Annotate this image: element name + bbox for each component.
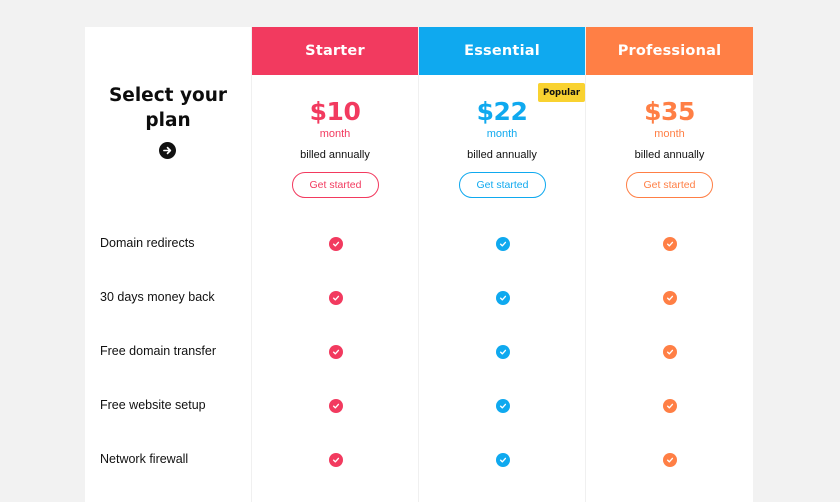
check-icon xyxy=(496,237,510,251)
get-started-button-essential[interactable]: Get started xyxy=(459,172,546,198)
feature-label-website-setup: Free website setup xyxy=(100,398,206,412)
plan-header-professional: Professional xyxy=(586,27,753,75)
plan-period-starter: month xyxy=(319,128,351,140)
feature-label-network-firewall: Network firewall xyxy=(100,452,189,466)
check-icon xyxy=(663,237,677,251)
pricing-table: Select your plan Domain redirects 30 day… xyxy=(85,27,753,502)
check-icon xyxy=(663,399,677,413)
title-line-1: Select your xyxy=(108,85,228,106)
feature-label-domain-transfer: Free domain transfer xyxy=(100,344,217,358)
feature-label-money-back: 30 days money back xyxy=(100,290,215,304)
plan-column-professional: Professional $35 month billed annually G… xyxy=(585,27,753,502)
feature-label-domain-redirects: Domain redirects xyxy=(100,236,195,250)
plan-billing-starter: billed annually xyxy=(300,149,370,161)
check-icon xyxy=(496,345,510,359)
check-icon xyxy=(663,291,677,305)
check-icon xyxy=(329,453,343,467)
arrow-right-glyph xyxy=(163,146,172,155)
check-icon xyxy=(663,345,677,359)
arrow-right-icon[interactable] xyxy=(159,142,176,159)
plan-price-starter: $10 xyxy=(309,97,361,126)
plan-header-starter: Starter xyxy=(252,27,418,75)
page-title: Select your plan xyxy=(85,83,251,133)
get-started-button-professional[interactable]: Get started xyxy=(626,172,713,198)
check-icon xyxy=(496,291,510,305)
plan-price-essential: $22 xyxy=(476,97,528,126)
title-line-2: plan xyxy=(145,110,191,131)
plan-price-professional: $35 xyxy=(644,97,695,126)
plan-period-essential: month xyxy=(486,128,518,140)
check-icon xyxy=(663,453,677,467)
plan-billing-professional: billed annually xyxy=(634,149,705,161)
plan-header-essential: Essential xyxy=(419,27,585,75)
plan-column-starter: Starter $10 month billed annually Get st… xyxy=(251,27,418,502)
plan-period-professional: month xyxy=(654,128,685,140)
check-icon xyxy=(496,399,510,413)
check-icon xyxy=(329,291,343,305)
check-icon xyxy=(496,453,510,467)
plan-column-essential: Essential Popular $22 month billed annua… xyxy=(418,27,585,502)
check-icon xyxy=(329,345,343,359)
plan-billing-essential: billed annually xyxy=(467,149,537,161)
check-icon xyxy=(329,237,343,251)
get-started-button-starter[interactable]: Get started xyxy=(292,172,379,198)
check-icon xyxy=(329,399,343,413)
feature-label-column: Select your plan Domain redirects 30 day… xyxy=(85,27,251,502)
